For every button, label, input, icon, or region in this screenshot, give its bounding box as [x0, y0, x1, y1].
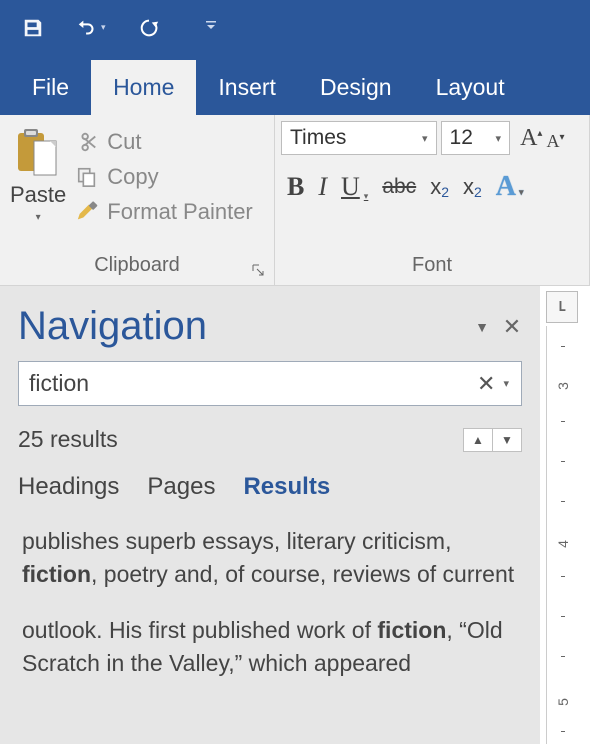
customize-qat-dropdown[interactable] — [205, 20, 217, 35]
paste-label: Paste — [10, 182, 66, 208]
vertical-ruler[interactable]: 3 4 5 — [546, 326, 578, 744]
save-button[interactable] — [15, 10, 51, 46]
font-name-select[interactable]: Times ▾ — [281, 121, 437, 155]
navigation-pane: Navigation ▼ ✕ ✕ ▾ 25 results ▲ ▼ Headin… — [0, 286, 540, 744]
format-painter-button[interactable]: Format Painter — [76, 199, 253, 225]
undo-button[interactable] — [69, 10, 105, 46]
chevron-down-icon: ▾ — [496, 132, 502, 145]
format-painter-label: Format Painter — [107, 199, 253, 225]
nav-tab-pages[interactable]: Pages — [147, 473, 215, 501]
previous-result-button[interactable]: ▲ — [463, 428, 493, 452]
nav-tab-results[interactable]: Results — [243, 473, 330, 501]
scissors-icon — [76, 131, 98, 153]
search-options-dropdown[interactable]: ▾ — [501, 377, 511, 390]
ribbon-tabs: File Home Insert Design Layout — [0, 55, 590, 115]
font-name-value: Times — [290, 126, 420, 150]
grow-font-button[interactable]: A▴ — [520, 125, 542, 152]
strikethrough-button[interactable]: abc — [382, 175, 416, 199]
font-group-label: Font — [275, 249, 589, 285]
paste-button[interactable]: Paste ▾ — [10, 123, 66, 249]
undo-icon — [76, 17, 98, 39]
navigation-close-button[interactable]: ✕ — [502, 314, 522, 340]
chevron-down-icon: ▾ — [519, 187, 524, 197]
copy-label: Copy — [107, 164, 158, 190]
undo-dropdown[interactable]: ▾ — [101, 22, 113, 33]
quick-access-toolbar: ▾ — [0, 0, 590, 55]
subscript-button[interactable]: x2 — [430, 174, 449, 200]
tab-design[interactable]: Design — [298, 60, 414, 115]
next-result-button[interactable]: ▼ — [492, 428, 522, 452]
group-font: Times ▾ 12 ▾ A▴ A▾ B I U▾ abc x2 x2 — [275, 115, 590, 285]
chevron-down-icon: ▾ — [422, 132, 428, 145]
clear-search-button[interactable]: ✕ — [471, 371, 501, 397]
chevron-down-icon — [205, 20, 217, 32]
search-box[interactable]: ✕ ▾ — [18, 361, 522, 406]
clipboard-dialog-launcher[interactable] — [252, 263, 266, 277]
save-icon — [22, 17, 44, 39]
tab-layout[interactable]: Layout — [414, 60, 527, 115]
copy-button[interactable]: Copy — [76, 164, 253, 190]
group-clipboard: Paste ▾ Cut Copy Format Painter Clipboar… — [0, 115, 275, 285]
search-result-item[interactable]: outlook. His first published work of fic… — [18, 614, 522, 681]
tab-home[interactable]: Home — [91, 60, 196, 115]
clipboard-group-label: Clipboard — [0, 249, 274, 285]
cut-button[interactable]: Cut — [76, 129, 253, 155]
copy-icon — [76, 166, 98, 188]
redo-button[interactable] — [131, 10, 167, 46]
tab-selector[interactable]: L — [546, 291, 578, 323]
launcher-icon — [252, 264, 264, 276]
cut-label: Cut — [107, 129, 141, 155]
results-count: 25 results — [18, 426, 463, 453]
superscript-button[interactable]: x2 — [463, 174, 482, 200]
ribbon-body: Paste ▾ Cut Copy Format Painter Clipboar… — [0, 115, 590, 286]
paste-dropdown[interactable]: ▾ — [36, 212, 41, 223]
font-size-select[interactable]: 12 ▾ — [441, 121, 511, 155]
italic-button[interactable]: I — [318, 172, 327, 202]
text-effects-button[interactable]: A▾ — [496, 171, 524, 203]
underline-button[interactable]: U▾ — [341, 172, 368, 202]
navigation-options-dropdown[interactable]: ▼ — [472, 319, 492, 335]
search-results-list: publishes superb essays, literary critic… — [18, 525, 522, 680]
paste-icon — [16, 127, 60, 179]
nav-tab-headings[interactable]: Headings — [18, 473, 119, 501]
tab-file[interactable]: File — [10, 60, 91, 115]
tab-insert[interactable]: Insert — [196, 60, 298, 115]
navigation-title: Navigation — [18, 304, 462, 349]
font-size-value: 12 — [450, 126, 494, 150]
repeat-icon — [138, 17, 160, 39]
bold-button[interactable]: B — [287, 172, 304, 202]
shrink-font-button[interactable]: A▾ — [546, 131, 564, 152]
chevron-down-icon: ▾ — [364, 191, 369, 202]
paintbrush-icon — [76, 201, 98, 223]
search-input[interactable] — [29, 370, 471, 397]
search-result-item[interactable]: publishes superb essays, literary critic… — [18, 525, 522, 592]
